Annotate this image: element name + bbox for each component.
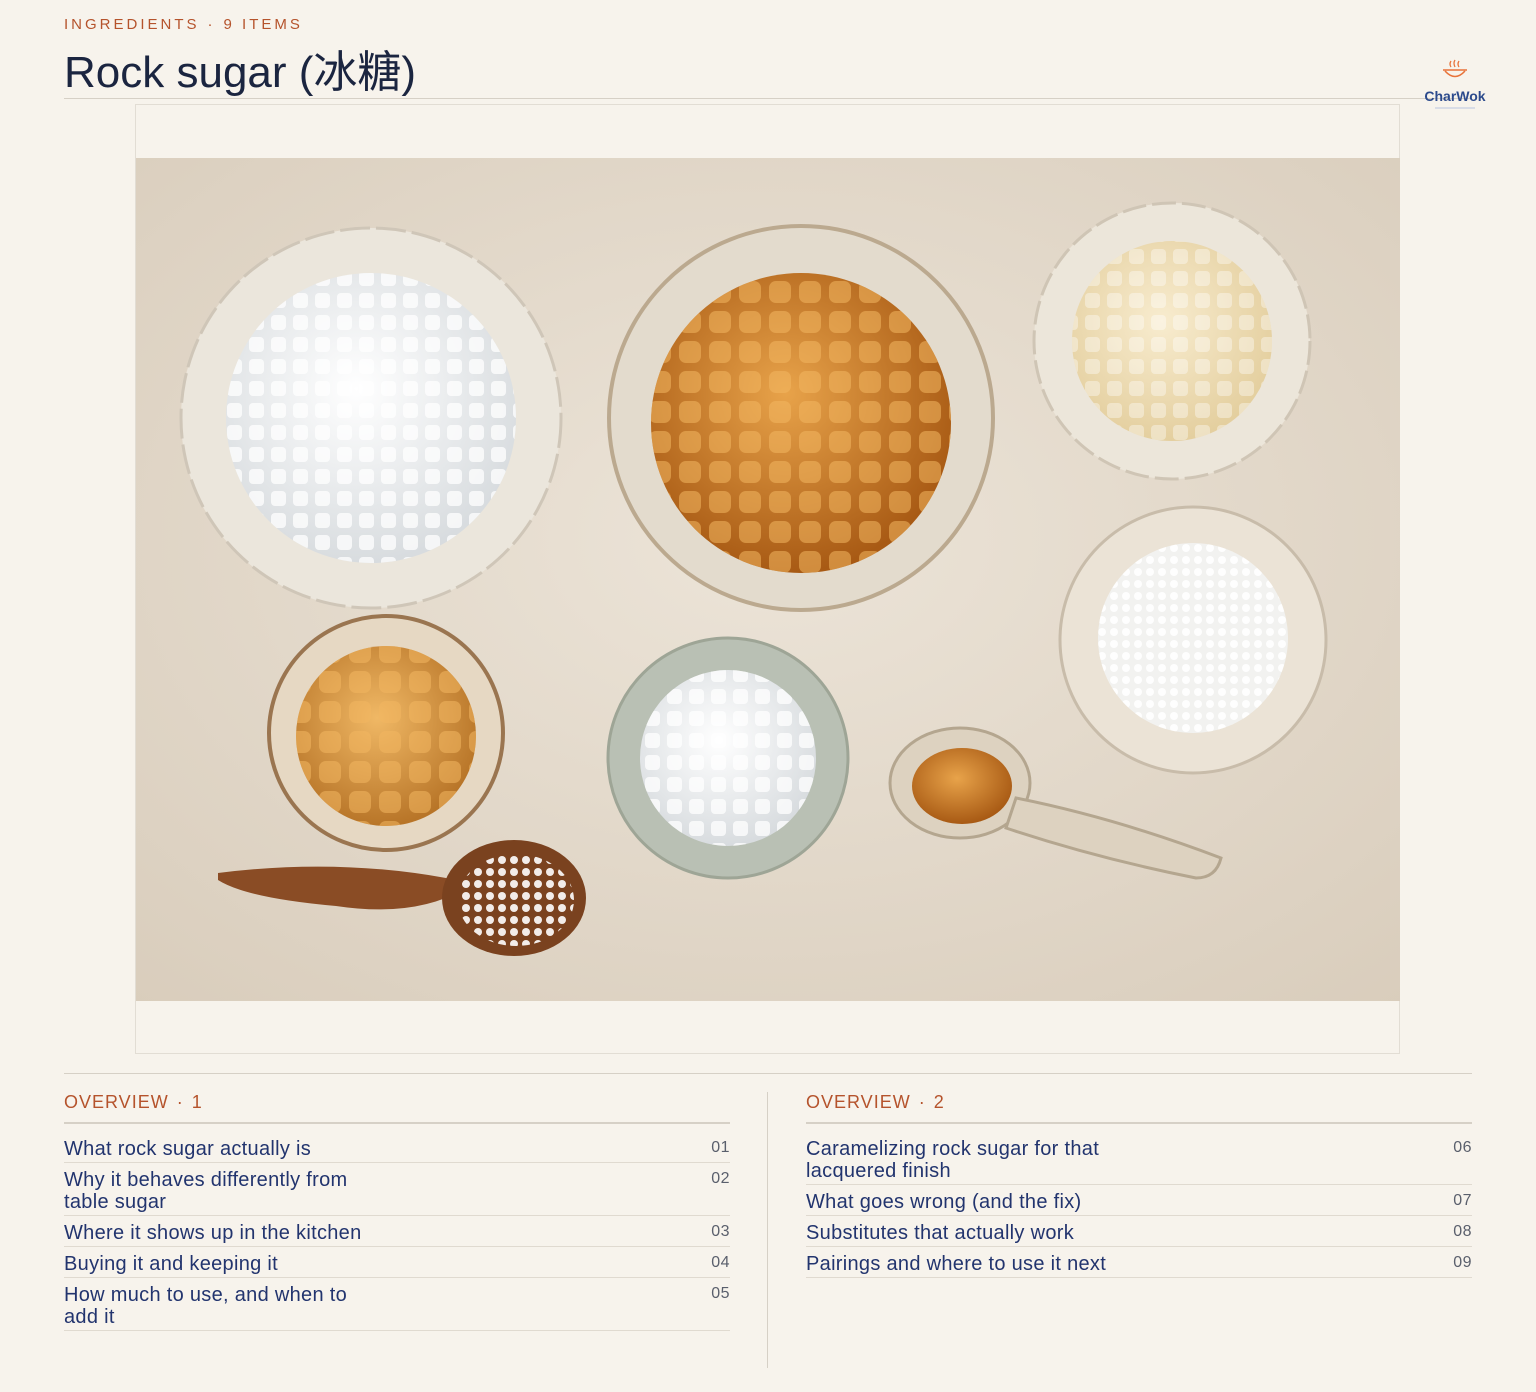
toc-heading-2: OVERVIEW · 2 [806,1092,1472,1124]
eyebrow: INGREDIENTS · 9 ITEMS [64,16,303,33]
toc-item-label[interactable]: Caramelizing rock sugar for that lacquer… [806,1138,1116,1182]
header-divider [64,98,1472,99]
logo-tagline [1435,107,1475,109]
toc-item[interactable]: What goes wrong (and the fix) 07 [806,1185,1472,1216]
toc-item-number: 09 [1453,1254,1472,1271]
toc-item[interactable]: Where it shows up in the kitchen 03 [64,1216,730,1247]
toc-column-1: OVERVIEW · 1 What rock sugar actually is 0… [64,1092,730,1331]
logo-text: CharWok [1424,88,1486,104]
section-divider [64,1073,1472,1074]
toc-item[interactable]: Buying it and keeping it 04 [64,1247,730,1278]
toc-item-label[interactable]: Substitutes that actually work [806,1222,1074,1244]
toc-item[interactable]: Pairings and where to use it next 09 [806,1247,1472,1278]
toc-item[interactable]: What rock sugar actually is 01 [64,1132,730,1163]
toc-item-label[interactable]: How much to use, and when to add it [64,1284,374,1328]
toc-item-label[interactable]: Buying it and keeping it [64,1253,278,1275]
toc-heading-sep: · [176,1092,184,1112]
page-title: Rock sugar (冰糖) [64,48,417,97]
toc-heading-num: 2 [933,1092,945,1112]
toc-item-label[interactable]: Pairings and where to use it next [806,1253,1106,1275]
toc-column-2: OVERVIEW · 2 Caramelizing rock sugar for t… [806,1092,1472,1278]
toc-heading-label: OVERVIEW [806,1092,911,1112]
eyebrow-section: INGREDIENTS [64,16,200,33]
toc-item-number: 06 [1453,1139,1472,1156]
toc-list-1: What rock sugar actually is 01 Why it be… [64,1132,730,1331]
toc-item-label[interactable]: What rock sugar actually is [64,1138,311,1160]
toc-item-number: 04 [711,1254,730,1271]
toc-item[interactable]: How much to use, and when to add it 05 [64,1278,730,1331]
toc-heading-1: OVERVIEW · 1 [64,1092,730,1124]
column-divider [767,1092,768,1368]
toc-item[interactable]: Substitutes that actually work 08 [806,1216,1472,1247]
rock-sugar-photo [136,158,1400,1001]
toc-item[interactable]: Why it behaves differently from table su… [64,1163,730,1216]
toc-item-number: 03 [711,1223,730,1240]
toc-item-label[interactable]: Why it behaves differently from table su… [64,1169,374,1213]
toc-item-number: 08 [1453,1223,1472,1240]
toc-item-number: 05 [711,1285,730,1302]
rock-sugar-bowls-illustration [136,158,1400,1001]
toc-item-number: 07 [1453,1192,1472,1209]
steaming-wok-icon [1443,59,1467,78]
eyebrow-count: 9 ITEMS [223,16,303,33]
charwok-logo[interactable]: CharWok [1420,58,1490,109]
toc-heading-label: OVERVIEW [64,1092,169,1112]
toc-item[interactable]: Caramelizing rock sugar for that lacquer… [806,1132,1472,1185]
toc-item-number: 01 [711,1139,730,1156]
toc-heading-sep: · [918,1092,926,1112]
toc-item-label[interactable]: Where it shows up in the kitchen [64,1222,362,1244]
toc-heading-num: 1 [191,1092,203,1112]
toc-list-2: Caramelizing rock sugar for that lacquer… [806,1132,1472,1278]
toc-item-label[interactable]: What goes wrong (and the fix) [806,1191,1082,1213]
eyebrow-dot: · [207,16,216,33]
toc-item-number: 02 [711,1170,730,1187]
